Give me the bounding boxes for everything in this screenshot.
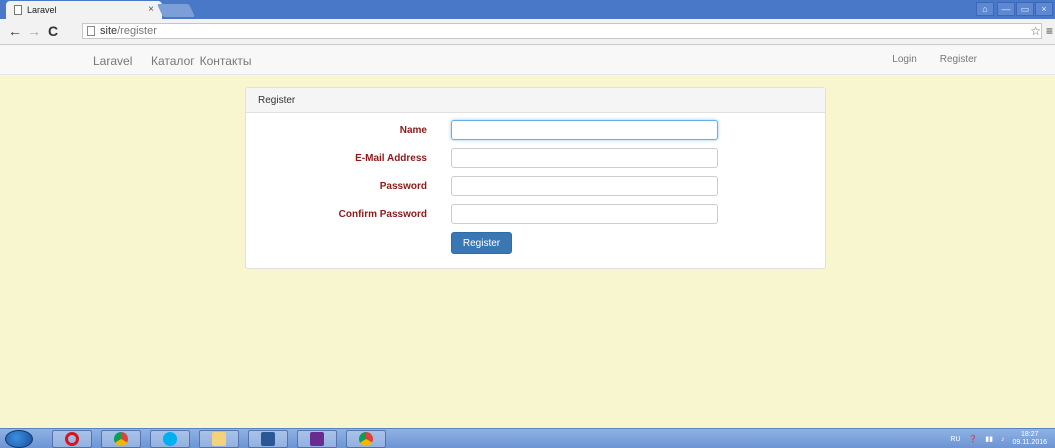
form-row-password: Password [246,176,827,198]
nav-right: Login Register [892,54,977,65]
url-host: site [100,25,118,37]
menu-icon[interactable]: ≡ [1046,24,1053,38]
new-tab-button[interactable] [156,4,196,17]
confirm-password-input[interactable] [451,204,718,224]
nav-link-login[interactable]: Login [892,54,916,65]
help-icon[interactable]: ❓ [969,435,978,443]
address-bar[interactable]: site/register [82,23,1042,39]
clock-time: 18:27 [1020,431,1039,438]
nav-link-contacts[interactable]: Контакты [200,54,252,68]
system-tray: RU ❓ ▮▮ ♪ 18:27 09.11.2016 [950,429,1047,448]
nav-link-catalog[interactable]: Каталог [151,54,195,68]
clock[interactable]: 18:27 09.11.2016 [1012,431,1047,447]
email-label: E-Mail Address [355,153,427,164]
taskbar-chrome-active[interactable] [346,430,386,448]
taskbar-chrome[interactable] [101,430,141,448]
network-icon[interactable]: ▮▮ [985,435,993,443]
nav-left: Каталог Контакты [151,54,251,68]
reload-icon[interactable]: C [48,23,58,39]
minimize-button[interactable]: — [997,2,1015,16]
name-label: Name [399,125,427,136]
register-button[interactable]: Register [451,232,512,254]
browser-toolbar: ← → C site/register ☆ ≡ [0,19,1055,45]
browser-title-bar: Laravel × ⌂ — ▭ × [0,0,1055,19]
browser-tab[interactable]: Laravel × [6,1,162,19]
taskbar-word[interactable] [248,430,288,448]
page-icon [14,5,22,15]
panel-heading: Register [246,88,825,113]
tab-close-icon[interactable]: × [148,4,154,15]
chrome-icon [114,432,128,446]
taskbar-skype[interactable] [150,430,190,448]
form-row-name: Name [246,120,827,142]
form-row-confirm-password: Confirm Password [246,204,827,226]
page-icon [87,26,95,36]
taskbar-explorer[interactable] [199,430,239,448]
chrome-icon [359,432,373,446]
name-input[interactable] [451,120,718,140]
register-panel: Register Name E-Mail Address Password Co… [245,87,826,269]
language-indicator[interactable]: RU [950,436,960,443]
form-row-email: E-Mail Address [246,148,827,170]
folder-icon [212,432,226,446]
clock-date: 09.11.2016 [1012,439,1047,446]
forward-arrow-icon[interactable]: → [27,23,41,39]
skype-icon [163,432,177,446]
password-input[interactable] [451,176,718,196]
start-button[interactable] [5,430,33,448]
volume-icon[interactable]: ♪ [1001,436,1005,443]
back-arrow-icon[interactable]: ← [8,23,22,39]
nav-link-register[interactable]: Register [940,54,977,65]
password-label: Password [379,181,427,192]
maximize-button[interactable]: ▭ [1016,2,1034,16]
word-icon [261,432,275,446]
phpstorm-icon [310,432,324,446]
taskbar-phpstorm[interactable] [297,430,337,448]
tab-title: Laravel [27,5,57,15]
user-icon[interactable]: ⌂ [976,2,994,16]
confirm-password-label: Confirm Password [338,209,427,220]
email-input[interactable] [451,148,718,168]
site-navbar: Laravel Каталог Контакты Login Register [0,46,1055,75]
close-window-button[interactable]: × [1035,2,1053,16]
opera-icon [65,432,79,446]
url-path: /register [117,25,157,37]
bookmark-star-icon[interactable]: ☆ [1030,24,1041,38]
brand-link[interactable]: Laravel [93,54,132,68]
taskbar-opera[interactable] [52,430,92,448]
windows-taskbar: RU ❓ ▮▮ ♪ 18:27 09.11.2016 [0,428,1055,448]
